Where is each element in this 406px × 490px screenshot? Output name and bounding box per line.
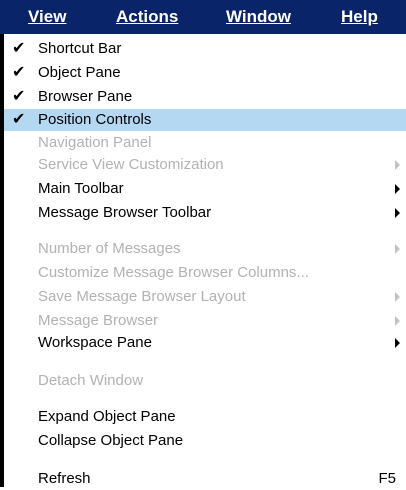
menu-item-label: Detach Window: [38, 372, 144, 389]
submenu-arrow-icon: [395, 184, 400, 194]
menu-help[interactable]: Help: [341, 0, 378, 34]
menu-item-label: Browser Pane: [38, 88, 133, 105]
menu-item-label: Object Pane: [38, 64, 121, 81]
menu-item-label: Service View Customization: [38, 156, 224, 173]
menu-item-message-browser[interactable]: Message Browser: [4, 310, 406, 332]
menu-item-label: Shortcut Bar: [38, 40, 122, 57]
menu-item-workspace-pane[interactable]: Workspace Pane: [4, 332, 406, 354]
checkmark-icon: ✔: [12, 88, 26, 105]
view-dropdown-menu: ✔ Shortcut Bar ✔ Object Pane ✔ Browser P…: [0, 34, 406, 487]
menu-item-expand-object-pane[interactable]: Expand Object Pane: [4, 406, 406, 428]
submenu-arrow-icon: [395, 208, 400, 218]
menu-window[interactable]: Window: [226, 0, 291, 34]
menu-item-customize-message-browser-columns[interactable]: Customize Message Browser Columns...: [4, 262, 406, 284]
menu-item-label: Message Browser: [38, 312, 159, 329]
menu-item-label: Message Browser Toolbar: [38, 204, 212, 221]
menu-item-main-toolbar[interactable]: Main Toolbar: [4, 178, 406, 200]
menu-item-save-message-browser-layout[interactable]: Save Message Browser Layout: [4, 286, 406, 308]
checkmark-icon: ✔: [12, 40, 26, 57]
menu-item-label: Expand Object Pane: [38, 408, 176, 425]
menu-item-label: Position Controls: [38, 111, 152, 128]
menu-item-object-pane[interactable]: ✔ Object Pane: [4, 62, 406, 84]
menu-item-number-of-messages[interactable]: Number of Messages: [4, 238, 406, 260]
menu-item-position-controls[interactable]: ✔ Position Controls: [4, 109, 406, 131]
menu-item-label: Navigation Panel: [38, 134, 152, 151]
submenu-arrow-icon: [395, 160, 400, 170]
menu-item-label: Customize Message Browser Columns...: [38, 264, 309, 281]
menu-item-label: Workspace Pane: [38, 334, 152, 351]
checkmark-icon: ✔: [12, 111, 26, 128]
submenu-arrow-icon: [395, 292, 400, 302]
menu-actions[interactable]: Actions: [116, 0, 178, 34]
submenu-arrow-icon: [395, 244, 400, 254]
menu-item-message-browser-toolbar[interactable]: Message Browser Toolbar: [4, 202, 406, 224]
menu-item-collapse-object-pane[interactable]: Collapse Object Pane: [4, 430, 406, 452]
menu-item-label: Save Message Browser Layout: [38, 288, 246, 305]
menu-item-detach-window[interactable]: Detach Window: [4, 370, 406, 392]
checkmark-icon: ✔: [12, 64, 26, 81]
menu-item-browser-pane[interactable]: ✔ Browser Pane: [4, 86, 406, 108]
submenu-arrow-icon: [395, 316, 400, 326]
menu-item-service-view-customization[interactable]: Service View Customization: [4, 154, 406, 176]
menu-bar: View Actions Window Help: [0, 0, 406, 34]
menu-item-label: Collapse Object Pane: [38, 432, 184, 449]
menu-item-label: Number of Messages: [38, 240, 181, 257]
menu-item-navigation-panel[interactable]: Navigation Panel: [4, 132, 406, 154]
menu-view[interactable]: View: [28, 0, 66, 34]
menu-item-label: Main Toolbar: [38, 180, 124, 197]
menu-item-shortcut-bar[interactable]: ✔ Shortcut Bar: [4, 38, 406, 60]
submenu-arrow-icon: [395, 338, 400, 348]
